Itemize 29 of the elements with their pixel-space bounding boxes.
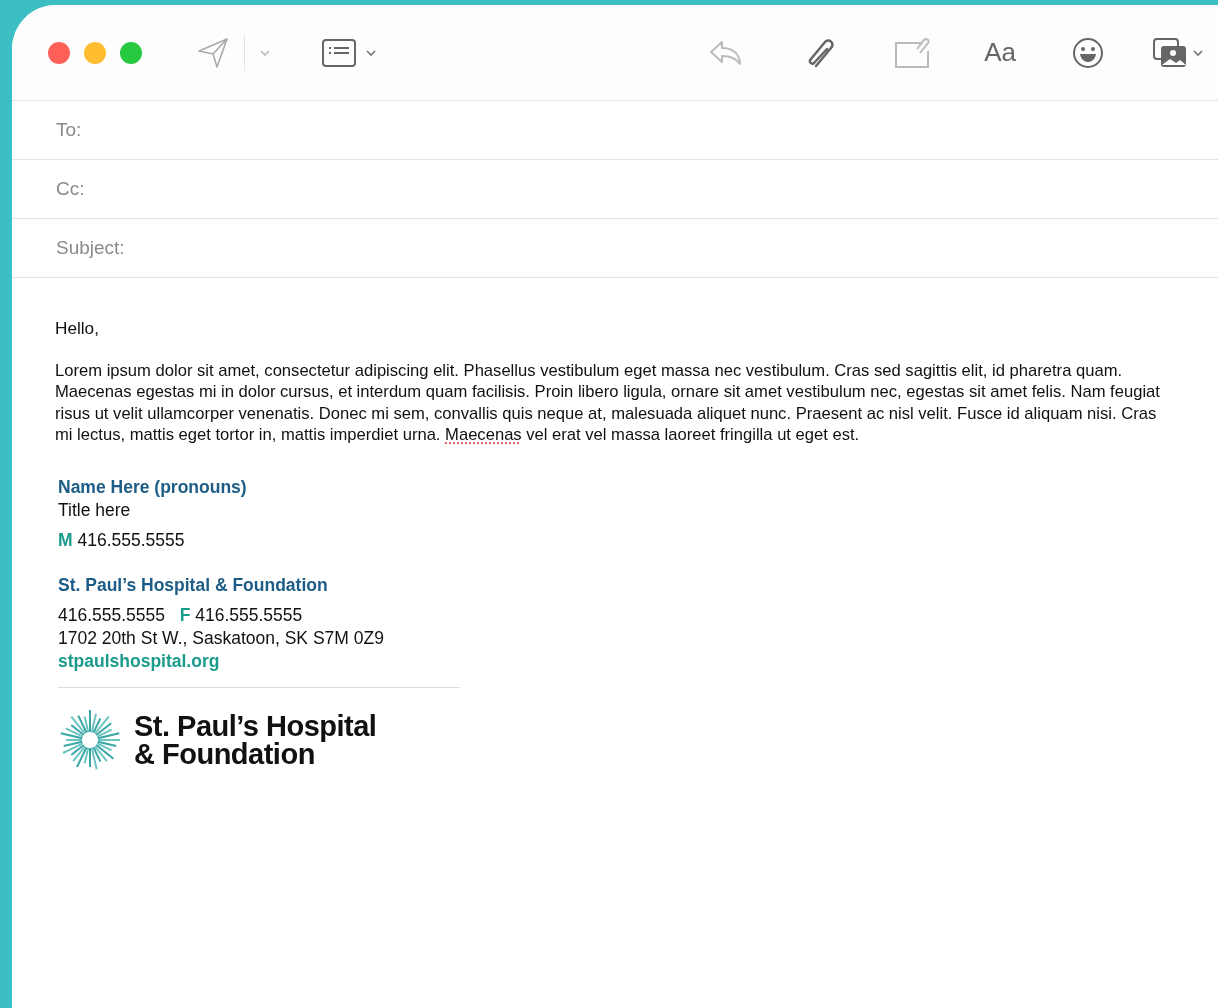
- send-icon[interactable]: [196, 35, 230, 70]
- logo-wordmark: & Foundation: [134, 739, 315, 768]
- photos-icon[interactable]: [1152, 36, 1188, 69]
- greeting-text: Hello,: [55, 318, 100, 340]
- close-window-icon[interactable]: [48, 41, 70, 64]
- fax-label: F: [179, 604, 191, 625]
- format-button[interactable]: Aa: [984, 37, 1016, 68]
- signature-name: Name Here (pronouns): [58, 476, 247, 497]
- website-link[interactable]: stpaulshospital.org: [58, 649, 1218, 673]
- fax-number: 416.555.5555: [195, 604, 303, 625]
- address-text: 1702 20th St W., Saskatoon, SK S7M 0Z9: [58, 626, 385, 650]
- smiley-icon[interactable]: [1072, 36, 1104, 69]
- starburst-logo-icon: [58, 707, 122, 772]
- chevron-down-icon[interactable]: [259, 48, 271, 57]
- chevron-down-icon[interactable]: [365, 48, 377, 57]
- minimize-window-icon[interactable]: [84, 41, 106, 64]
- message-paragraph: Lorem ipsum dolor sit amet, consectetur adipiscing elit. Phasellus vestibulum eget massa nec vestibulum. Cras sed sagittis elit, id pharetra quam. Maecenas egestas mi in dolor cursus, et interdum quam facilisis. Proin libero ligula, ornare sit amet vestibulum nec, egestas sit amet felis. Nam feugiat risus ut velit ullamcorper venenatis. Donec mi sem, convallis quis neque at, malesuada aliquet nunc. Praesent ac nisl velit. Fusce id aliquam nisi. Cras mi lectus, mattis eget tortor in, mattis imperdiet urna. Maecenas vel erat vel massa laoreet fringilla ut eget est.: [55, 359, 1161, 446]
- mobile-number: 416.555.5555: [77, 529, 185, 550]
- field-label: Cc:: [56, 178, 85, 200]
- phone-number: 416.555.5555: [58, 604, 166, 625]
- organization-name: St. Paul’s Hospital & Foundation: [58, 574, 328, 595]
- header-fields-icon[interactable]: [321, 37, 357, 68]
- job-title: Title here: [58, 498, 132, 522]
- field-label: Subject:: [56, 237, 125, 259]
- zoom-window-icon[interactable]: [120, 41, 142, 64]
- field-label: To:: [56, 119, 82, 141]
- mobile-label: M: [58, 529, 73, 550]
- chevron-down-icon[interactable]: [1192, 48, 1204, 57]
- logo-wordmark: St. Paul’s Hospital: [134, 711, 377, 740]
